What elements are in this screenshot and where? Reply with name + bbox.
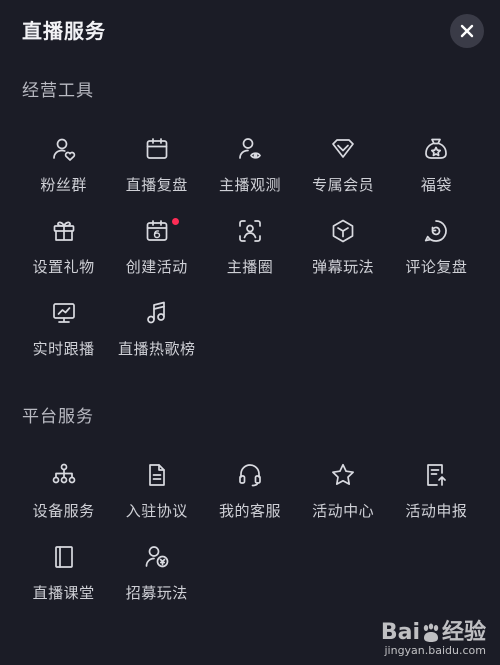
- tool-exclusive-member[interactable]: 专属会员: [297, 128, 390, 210]
- section-title-business-tools: 经营工具: [22, 81, 94, 101]
- close-icon: [460, 24, 474, 38]
- document-icon: [144, 462, 170, 488]
- monitor-chart-icon: [51, 300, 77, 326]
- tool-label: 主播圈: [226, 258, 274, 276]
- comment-replay-icon: [423, 218, 449, 244]
- service-customer-support[interactable]: 我的客服: [203, 454, 296, 536]
- tool-create-activity[interactable]: 创建活动: [110, 210, 203, 292]
- baidu-jingyan-watermark: Bai 经验 jingyan.baidu.com: [381, 614, 486, 657]
- calendar-icon: [144, 136, 170, 162]
- tool-fans-group[interactable]: 粉丝群: [17, 128, 110, 210]
- hexagon-icon: [330, 218, 356, 244]
- service-label: 直播课堂: [32, 584, 95, 602]
- service-live-classroom[interactable]: 直播课堂: [17, 536, 110, 618]
- tool-label: 实时跟播: [32, 340, 95, 358]
- calendar-6-icon: [144, 218, 170, 244]
- business-tools-grid: 粉丝群 直播复盘 主播观测 专属会员 福袋 设置礼物 创建活动 主播圈 弹幕玩法…: [17, 128, 483, 374]
- tool-lucky-bag[interactable]: 福袋: [390, 128, 483, 210]
- document-upload-icon: [423, 462, 449, 488]
- tool-label: 粉丝群: [40, 176, 87, 194]
- header: 直播服务: [0, 0, 500, 62]
- fans-group-icon: [51, 136, 77, 162]
- service-activity-apply[interactable]: 活动申报: [390, 454, 483, 536]
- watermark-url: jingyan.baidu.com: [384, 644, 486, 657]
- lucky-bag-icon: [423, 136, 449, 162]
- star-icon: [330, 462, 356, 488]
- user-coin-icon: [144, 544, 170, 570]
- tool-danmaku-play[interactable]: 弹幕玩法: [297, 210, 390, 292]
- tool-comment-review[interactable]: 评论复盘: [390, 210, 483, 292]
- hierarchy-icon: [51, 462, 77, 488]
- book-icon: [51, 544, 77, 570]
- tool-anchor-circle[interactable]: 主播圈: [203, 210, 296, 292]
- tool-label: 专属会员: [312, 176, 375, 194]
- headset-icon: [237, 462, 263, 488]
- page-title: 直播服务: [22, 19, 106, 43]
- user-eye-icon: [237, 136, 263, 162]
- paw-icon: [423, 623, 439, 642]
- watermark-brand: Bai 经验: [380, 620, 486, 645]
- section-title-platform-services: 平台服务: [22, 407, 94, 427]
- notification-badge: [172, 218, 180, 225]
- service-label: 我的客服: [218, 502, 281, 520]
- face-scan-icon: [237, 218, 263, 244]
- tool-label: 主播观测: [218, 176, 281, 194]
- service-label: 设备服务: [32, 502, 95, 520]
- tool-label: 弹幕玩法: [312, 258, 375, 276]
- service-label: 活动申报: [405, 502, 468, 520]
- diamond-icon: [330, 136, 356, 162]
- tool-label: 直播复盘: [125, 176, 188, 194]
- tool-realtime-follow[interactable]: 实时跟播: [17, 292, 110, 374]
- close-button[interactable]: [450, 14, 484, 48]
- service-label: 招募玩法: [125, 584, 188, 602]
- service-label: 入驻协议: [125, 502, 188, 520]
- tool-label: 福袋: [420, 176, 452, 194]
- tool-live-review[interactable]: 直播复盘: [110, 128, 203, 210]
- service-settlement-agreement[interactable]: 入驻协议: [110, 454, 203, 536]
- music-note-icon: [144, 300, 170, 326]
- service-device[interactable]: 设备服务: [17, 454, 110, 536]
- tool-label: 创建活动: [125, 258, 188, 276]
- service-recruit-play[interactable]: 招募玩法: [110, 536, 203, 618]
- service-label: 活动中心: [312, 502, 375, 520]
- platform-services-grid: 设备服务 入驻协议 我的客服 活动中心 活动申报 直播课堂 招募玩法: [17, 454, 483, 618]
- service-activity-center[interactable]: 活动中心: [297, 454, 390, 536]
- tool-label: 直播热歌榜: [118, 340, 196, 358]
- tool-set-gift[interactable]: 设置礼物: [17, 210, 110, 292]
- gift-icon: [51, 218, 77, 244]
- tool-anchor-observe[interactable]: 主播观测: [203, 128, 296, 210]
- tool-label: 评论复盘: [405, 258, 468, 276]
- tool-hot-song-chart[interactable]: 直播热歌榜: [110, 292, 203, 374]
- tool-label: 设置礼物: [32, 258, 95, 276]
